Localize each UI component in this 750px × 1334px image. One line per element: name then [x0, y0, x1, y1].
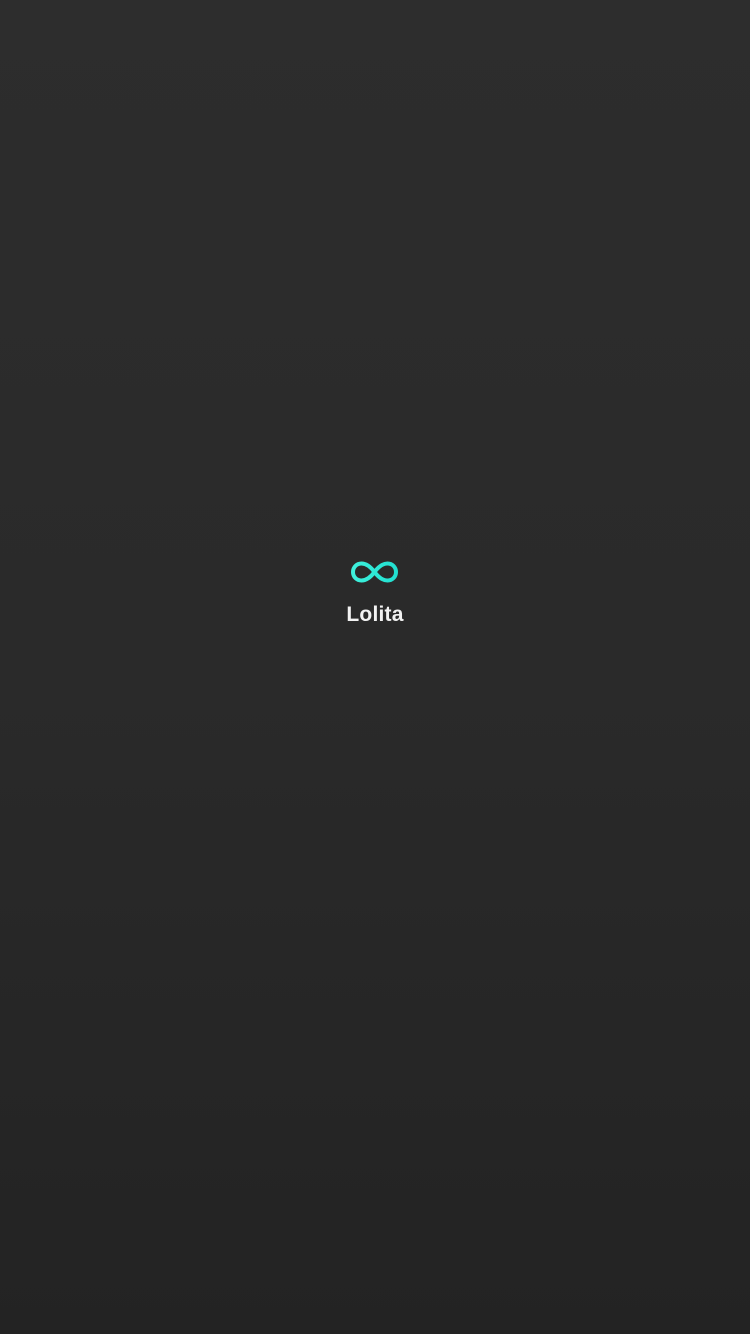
- app-name: Lolita: [346, 603, 404, 626]
- infinity-icon: [349, 559, 400, 585]
- splash-screen: Lolita: [0, 0, 750, 1334]
